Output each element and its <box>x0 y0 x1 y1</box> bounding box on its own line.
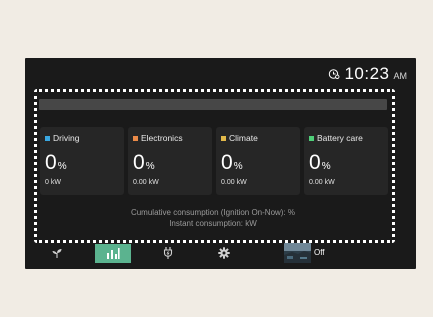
nav-charging-button[interactable] <box>158 242 178 264</box>
globe-clock-icon <box>329 69 340 79</box>
camera-state-label: Off <box>314 248 325 257</box>
highlight-dotted-frame <box>34 89 395 243</box>
bar-chart-icon <box>107 248 120 259</box>
infotainment-screen: 10:23 AM Driving 0% 0 kW Electronics 0 %… <box>25 58 416 269</box>
eco-sprout-icon <box>52 249 62 258</box>
nav-settings-button[interactable] <box>214 242 234 264</box>
nav-energy-chart-button[interactable] <box>95 244 131 263</box>
page-background: 10:23 AM Driving 0% 0 kW Electronics 0 %… <box>0 0 433 317</box>
nav-eco-button[interactable] <box>47 242 67 264</box>
nav-camera-button[interactable] <box>284 243 311 263</box>
clock-time: 10:23 <box>344 64 390 83</box>
status-clock: 10:23 AM <box>328 64 407 84</box>
camera-thumbnail <box>284 243 311 263</box>
ev-charge-plug-icon <box>163 247 173 259</box>
clock-ampm: AM <box>393 71 408 81</box>
bottom-navigation: Off <box>25 242 416 264</box>
gear-icon <box>218 247 230 259</box>
